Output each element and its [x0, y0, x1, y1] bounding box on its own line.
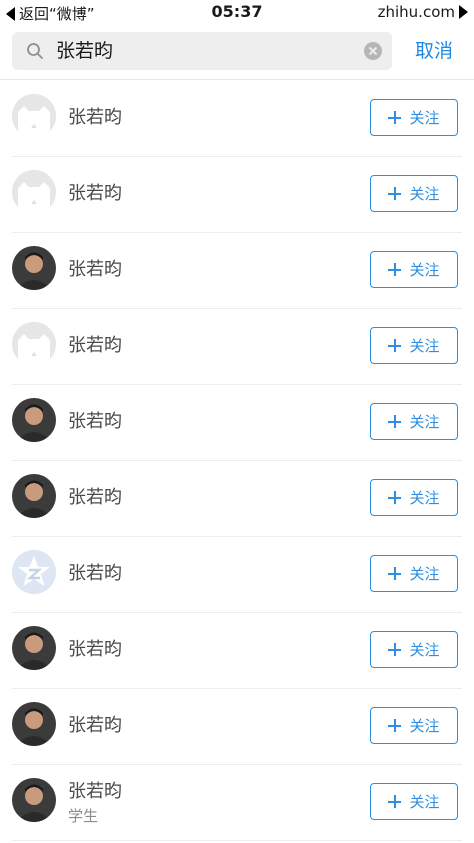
follow-button[interactable]: 关注 — [370, 631, 458, 668]
default-avatar-icon — [12, 94, 56, 138]
user-name[interactable]: 张若昀 — [68, 635, 122, 661]
plus-icon — [388, 643, 402, 656]
follow-label: 关注 — [409, 565, 440, 583]
plus-icon — [388, 263, 402, 276]
forward-arrow-icon[interactable] — [459, 5, 468, 19]
follow-label: 关注 — [409, 185, 440, 203]
status-bar: 返回“微博” 05:37 zhihu.com — [0, 0, 474, 24]
site-link[interactable]: zhihu.com — [378, 3, 468, 21]
avatar[interactable] — [12, 550, 56, 594]
list-item[interactable]: 张若昀 关注 — [0, 461, 474, 537]
list-item[interactable]: 张若昀 关注 — [0, 157, 474, 233]
plus-icon — [388, 339, 402, 352]
plus-icon — [388, 567, 402, 580]
avatar[interactable] — [12, 398, 56, 442]
photo-avatar-icon — [12, 474, 56, 518]
plus-icon — [388, 719, 402, 732]
plus-icon — [388, 491, 402, 504]
user-name[interactable]: 张若昀 — [68, 711, 122, 737]
plus-icon — [388, 187, 402, 200]
user-name[interactable]: 张若昀 — [68, 483, 122, 509]
list-item[interactable]: 张若昀 关注 — [0, 537, 474, 613]
qq-star-avatar-icon — [12, 550, 56, 594]
result-list: 张若昀 关注 张若昀 关注 张若昀 关注 张若昀 关注 张若昀 关注 张若昀 关注 张若昀 关注 张若昀 关注… — [0, 81, 474, 841]
avatar[interactable] — [12, 474, 56, 518]
follow-button[interactable]: 关注 — [370, 783, 458, 820]
photo-avatar-icon — [12, 246, 56, 290]
follow-button[interactable]: 关注 — [370, 707, 458, 744]
avatar[interactable] — [12, 322, 56, 366]
follow-label: 关注 — [409, 337, 440, 355]
follow-label: 关注 — [409, 793, 440, 811]
search-box[interactable] — [12, 32, 392, 70]
list-item[interactable]: 张若昀 关注 — [0, 613, 474, 689]
list-item[interactable]: 张若昀学生 关注 — [0, 765, 474, 841]
follow-button[interactable]: 关注 — [370, 327, 458, 364]
user-name[interactable]: 张若昀 — [68, 255, 122, 281]
follow-button[interactable]: 关注 — [370, 251, 458, 288]
follow-label: 关注 — [409, 261, 440, 279]
user-name[interactable]: 张若昀 — [68, 103, 122, 129]
user-name[interactable]: 张若昀 — [68, 777, 122, 803]
avatar[interactable] — [12, 246, 56, 290]
search-input[interactable] — [56, 32, 356, 70]
user-subtitle: 学生 — [68, 807, 99, 825]
divider — [12, 840, 462, 841]
avatar[interactable] — [12, 94, 56, 138]
default-avatar-icon — [12, 170, 56, 214]
photo-avatar-icon — [12, 626, 56, 670]
follow-button[interactable]: 关注 — [370, 175, 458, 212]
follow-button[interactable]: 关注 — [370, 99, 458, 136]
user-name[interactable]: 张若昀 — [68, 559, 122, 585]
follow-button[interactable]: 关注 — [370, 555, 458, 592]
follow-label: 关注 — [409, 109, 440, 127]
site-label[interactable]: zhihu.com — [378, 3, 455, 21]
follow-button[interactable]: 关注 — [370, 403, 458, 440]
follow-label: 关注 — [409, 641, 440, 659]
search-icon — [27, 43, 43, 59]
list-item[interactable]: 张若昀 关注 — [0, 385, 474, 461]
clear-icon[interactable] — [364, 42, 382, 60]
cancel-button[interactable]: 取消 — [402, 32, 466, 70]
list-item[interactable]: 张若昀 关注 — [0, 233, 474, 309]
list-item[interactable]: 张若昀 关注 — [0, 309, 474, 385]
user-name[interactable]: 张若昀 — [68, 331, 122, 357]
follow-label: 关注 — [409, 413, 440, 431]
plus-icon — [388, 415, 402, 428]
avatar[interactable] — [12, 626, 56, 670]
photo-avatar-icon — [12, 398, 56, 442]
user-name[interactable]: 张若昀 — [68, 179, 122, 205]
follow-label: 关注 — [409, 489, 440, 507]
photo-avatar-icon — [12, 778, 56, 822]
follow-label: 关注 — [409, 717, 440, 735]
list-item[interactable]: 张若昀 关注 — [0, 689, 474, 765]
avatar[interactable] — [12, 170, 56, 214]
photo-avatar-icon — [12, 702, 56, 746]
list-item[interactable]: 张若昀 关注 — [0, 81, 474, 157]
default-avatar-icon — [12, 322, 56, 366]
plus-icon — [388, 795, 402, 808]
follow-button[interactable]: 关注 — [370, 479, 458, 516]
avatar[interactable] — [12, 702, 56, 746]
user-name[interactable]: 张若昀 — [68, 407, 122, 433]
search-header: 取消 — [0, 24, 474, 80]
avatar[interactable] — [12, 778, 56, 822]
plus-icon — [388, 111, 402, 124]
